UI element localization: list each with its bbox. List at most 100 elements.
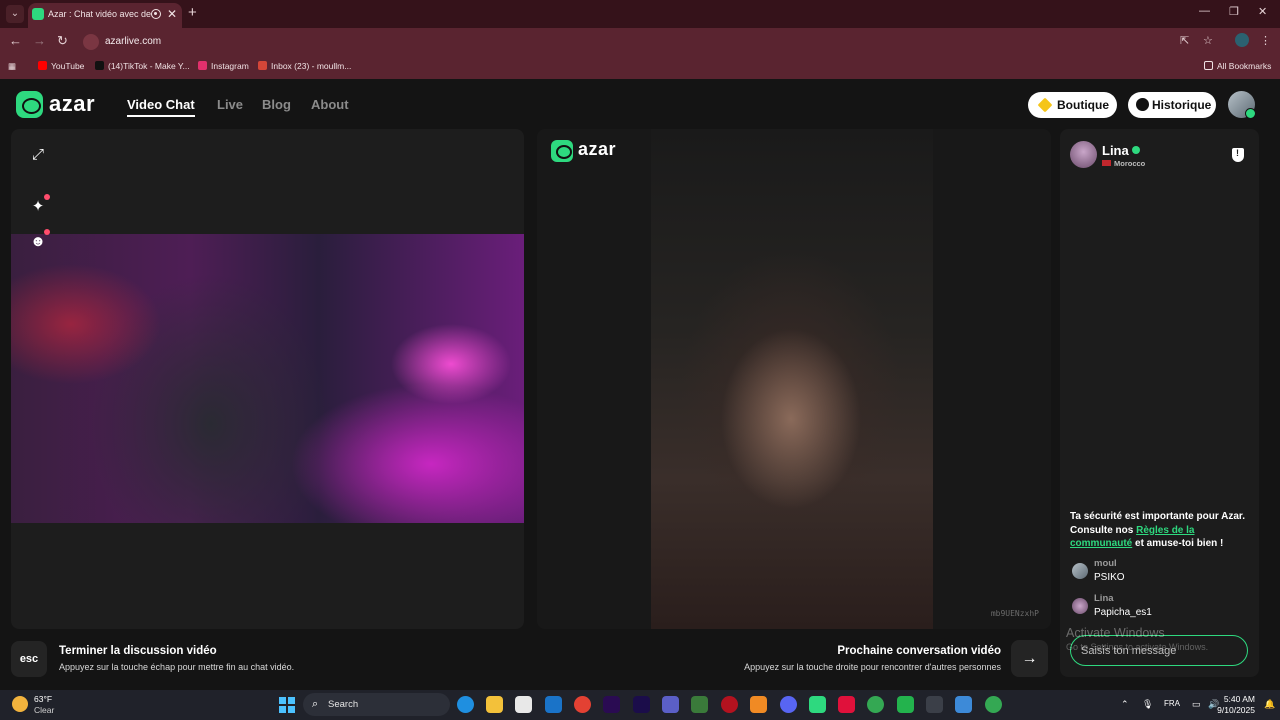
partner-avatar[interactable]	[1070, 141, 1097, 168]
self-video-panel: ⤢ ✦ ☻	[11, 129, 524, 629]
azar-app-icon[interactable]	[809, 696, 826, 713]
bookmark-label: YouTube	[51, 61, 85, 71]
bookmark-gmail[interactable]: Inbox (23) - moullm...	[258, 61, 351, 71]
azar-page: azar Video Chat Live Blog About Boutique…	[0, 79, 1280, 690]
url-text[interactable]: azarlive.com	[105, 36, 161, 47]
all-bookmarks[interactable]: All Bookmarks	[1204, 61, 1271, 71]
search-label: Search	[328, 699, 359, 710]
chrome-active-icon[interactable]	[985, 696, 1002, 713]
minimize-icon[interactable]: —	[1199, 5, 1210, 17]
next-chat-hint: Appuyez sur la touche droite pour rencon…	[744, 662, 1001, 672]
teams-icon[interactable]	[662, 696, 679, 713]
activate-windows-subtitle: Go to Settings to activate Windows.	[1066, 642, 1209, 652]
taskbar-time[interactable]: 5:40 AM	[1224, 694, 1255, 704]
outlook-icon[interactable]	[545, 696, 562, 713]
app-icon[interactable]	[897, 696, 914, 713]
safety-notice: Ta sécurité est importante pour Azar. Co…	[1070, 510, 1252, 551]
bookmark-youtube[interactable]: YouTube	[38, 61, 84, 71]
microphone-icon[interactable]: 🎙	[1142, 699, 1153, 710]
next-arrow-button[interactable]: →	[1011, 640, 1048, 677]
browser-tab[interactable]: Azar : Chat vidéo avec de n ✕	[28, 3, 182, 28]
profile-avatar-icon[interactable]	[1235, 33, 1249, 47]
reload-icon[interactable]: ↻	[57, 33, 68, 49]
language-indicator[interactable]: FRA	[1164, 699, 1180, 708]
app-icon[interactable]	[926, 696, 943, 713]
nav-video-chat[interactable]: Video Chat	[127, 97, 195, 117]
message-avatar	[1072, 598, 1088, 614]
back-arrow-icon[interactable]: ←	[9, 33, 22, 48]
weather-condition[interactable]: Clear	[34, 705, 54, 715]
user-avatar[interactable]	[1228, 91, 1256, 119]
vlc-icon[interactable]	[750, 696, 767, 713]
expand-icon[interactable]: ⤢	[25, 142, 51, 168]
taskbar-search[interactable]: ⌕ Search	[303, 693, 450, 716]
report-shield-icon[interactable]	[1232, 148, 1244, 162]
network-icon[interactable]: ▭	[1192, 699, 1201, 710]
new-tab-button[interactable]: +	[188, 4, 197, 21]
remote-camera-feed	[651, 129, 933, 629]
app-icon[interactable]	[838, 696, 855, 713]
maximize-icon[interactable]: ❐	[1229, 5, 1239, 18]
app-icon[interactable]	[691, 696, 708, 713]
tab-search-button[interactable]: ⌄	[6, 5, 24, 23]
bookmark-star-icon[interactable]: ☆	[1203, 34, 1213, 47]
forward-arrow-icon[interactable]: →	[33, 33, 46, 48]
activate-windows-title: Activate Windows	[1066, 626, 1165, 640]
bookmark-tiktok[interactable]: (14)TikTok - Make Y...	[95, 61, 190, 71]
chrome-icon[interactable]	[574, 696, 591, 713]
taskbar-date[interactable]: 9/10/2025	[1217, 705, 1255, 715]
folder-icon	[1204, 61, 1213, 70]
file-explorer-icon[interactable]	[486, 696, 503, 713]
windows-taskbar: 63°F Clear ⌕ Search ⌃ 🎙 FRA ▭ 🔊 5:40 AM …	[0, 690, 1280, 720]
remote-user-id: mb9UENzxhP	[990, 609, 1039, 618]
tab-title: Azar : Chat vidéo avec de n	[48, 9, 152, 19]
chrome-icon[interactable]	[867, 696, 884, 713]
windows-start-icon[interactable]	[279, 697, 295, 713]
message-user: moul	[1094, 558, 1117, 569]
partner-name: Lina	[1102, 143, 1129, 158]
after-effects-icon[interactable]	[633, 696, 650, 713]
tab-close-icon[interactable]: ✕	[167, 7, 177, 21]
partner-name-row: Lina	[1102, 143, 1140, 158]
weather-moon-icon[interactable]	[12, 696, 28, 712]
partner-country-row: Morocco	[1102, 159, 1145, 168]
close-window-icon[interactable]: ✕	[1258, 5, 1267, 18]
edge-icon[interactable]	[457, 696, 474, 713]
end-chat-esc-button[interactable]: esc	[11, 641, 47, 677]
tray-chevron-icon[interactable]: ⌃	[1121, 699, 1129, 710]
bookmark-label: (14)TikTok - Make Y...	[108, 61, 190, 71]
gmail-icon	[258, 61, 267, 70]
site-info-icon[interactable]	[83, 34, 99, 50]
app-icon[interactable]	[955, 696, 972, 713]
bookmark-instagram[interactable]: Instagram	[198, 61, 249, 71]
historique-button[interactable]: Historique	[1128, 92, 1216, 118]
chat-panel: Lina Morocco Ta sécurité est importante …	[1060, 129, 1259, 677]
apps-grid-icon[interactable]: ▦	[8, 61, 16, 72]
historique-label: Historique	[1152, 98, 1212, 112]
browser-tab-bar: ⌄ Azar : Chat vidéo avec de n ✕ + — ❐ ✕	[0, 0, 1280, 28]
install-app-icon[interactable]: ⇱	[1180, 34, 1189, 47]
search-icon: ⌕	[312, 698, 319, 710]
all-bookmarks-label: All Bookmarks	[1217, 61, 1272, 71]
tiktok-icon	[95, 61, 104, 70]
azar-logo-icon	[551, 140, 573, 162]
store-icon[interactable]	[515, 696, 532, 713]
nav-blog[interactable]: Blog	[262, 97, 291, 112]
nav-about[interactable]: About	[311, 97, 349, 112]
end-chat-hint: Appuyez sur la touche échap pour mettre …	[59, 662, 295, 672]
notification-dot	[44, 229, 50, 235]
notification-bell-icon[interactable]: 🔔	[1264, 699, 1275, 710]
logo-text: azar	[49, 91, 96, 116]
boutique-button[interactable]: Boutique	[1028, 92, 1117, 118]
url-field[interactable]: azarlive.com	[80, 31, 1228, 53]
youtube-icon	[38, 61, 47, 70]
nav-live[interactable]: Live	[217, 97, 243, 112]
browser-menu-icon[interactable]: ⋮	[1260, 34, 1271, 47]
bookmark-label: Inbox (23) - moullm...	[271, 61, 352, 71]
premiere-icon[interactable]	[603, 696, 620, 713]
safety-text-end: et amuse-toi bien !	[1132, 538, 1224, 549]
message-avatar	[1072, 563, 1088, 579]
app-icon[interactable]	[721, 696, 738, 713]
discord-icon[interactable]	[780, 696, 797, 713]
weather-temperature[interactable]: 63°F	[34, 694, 52, 704]
